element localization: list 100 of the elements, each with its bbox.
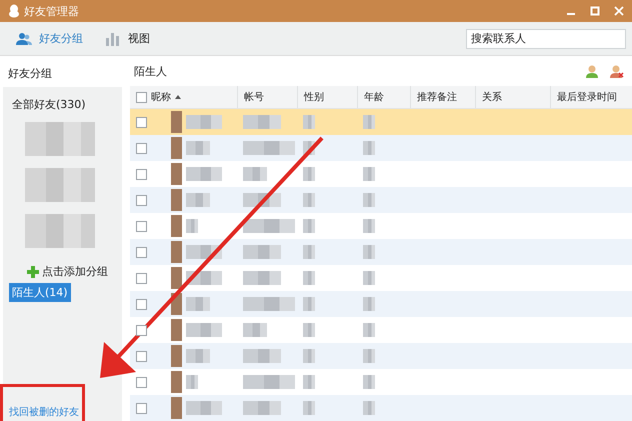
blurred-avatar [171,215,182,237]
row-checkbox[interactable] [136,246,147,258]
blurred-age [363,375,375,389]
blurred-gender [303,323,315,337]
blurred-gender [303,167,315,181]
row-checkbox[interactable] [136,116,147,128]
blurred-age [363,271,375,285]
blurred-gender [303,115,315,129]
table-row[interactable] [130,343,632,369]
blurred-age [363,297,375,311]
toolbar-tab[interactable]: 视图 [105,29,150,48]
blurred-nickname [186,141,210,155]
blurred-avatar [171,345,182,367]
table-row[interactable] [130,109,632,135]
blurred-avatar [171,371,182,393]
column-header[interactable]: 性别 [304,90,324,104]
toolbar-tab[interactable]: 好友分组 [16,29,83,48]
blurred-nickname [186,297,210,311]
table-row[interactable] [130,239,632,265]
window-title: 好友管理器 [24,4,79,18]
group-item[interactable]: 陌生人(14) [9,283,71,302]
blurred-nickname [186,323,222,337]
blurred-gender [303,219,315,233]
row-checkbox[interactable] [136,142,147,154]
blurred-nickname [186,167,222,181]
blurred-age [363,167,375,181]
group-item[interactable]: 全部好友(330) [9,95,89,114]
column-header[interactable]: 最后登录时间 [557,90,617,104]
row-checkbox[interactable] [136,402,147,414]
row-checkbox[interactable] [136,220,147,232]
column-header[interactable]: 关系 [482,90,502,104]
blurred-age [363,141,375,155]
blurred-nickname [186,401,222,415]
blurred-avatar [171,241,182,263]
blurred-gender [303,193,315,207]
blurred-avatar [171,137,182,159]
close-icon[interactable] [614,6,624,16]
sort-up-icon [175,95,181,99]
blurred-age [363,115,375,129]
blurred-account [243,219,295,233]
blurred-age [363,349,375,363]
penguin-icon [8,4,20,18]
blurred-gender [303,375,315,389]
blurred-account [243,349,281,363]
row-checkbox[interactable] [136,272,147,284]
row-checkbox[interactable] [136,324,147,336]
table-row[interactable] [130,135,632,161]
blurred-avatar [171,111,182,133]
sidebar-title: 好友分组 [7,66,53,82]
blurred-age [363,245,375,259]
blurred-gender [303,297,315,311]
maximize-icon[interactable] [590,6,600,16]
blurred-age [363,323,375,337]
blurred-account [243,401,281,415]
blurred-account [243,297,295,311]
table-row[interactable] [130,291,632,317]
search-field[interactable]: 搜索联系人 [466,28,626,48]
blurred-avatar [171,267,182,289]
column-header[interactable]: 推荐备注 [417,90,457,104]
add-group-link[interactable]: 点击添加分组 [42,264,108,279]
blurred-age [363,401,375,415]
blurred-account [243,115,281,129]
blurred-account [243,245,281,259]
blurred-account [243,323,267,337]
blurred-age [363,219,375,233]
blurred-account [243,375,295,389]
blurred-gender [303,245,315,259]
blurred-avatar [171,397,182,419]
bar-chart-icon [105,32,121,46]
blurred-avatar [171,319,182,341]
row-checkbox[interactable] [136,376,147,388]
column-header[interactable]: 帐号 [244,90,264,104]
table-row[interactable] [130,395,632,421]
blurred-gender [303,401,315,415]
row-checkbox[interactable] [136,350,147,362]
column-header[interactable]: 昵称 [151,90,171,104]
column-header[interactable]: 年龄 [364,90,384,104]
blurred-age [363,193,375,207]
row-checkbox[interactable] [136,168,147,180]
people-icon [16,32,32,46]
row-checkbox[interactable] [136,194,147,206]
blurred-gender [303,349,315,363]
blurred-gender [303,271,315,285]
blurred-account [243,167,267,181]
blurred-nickname [186,375,198,389]
blurred-nickname [186,219,198,233]
blurred-avatar [171,163,182,185]
blurred-account [243,141,295,155]
remove-user-icon[interactable] [610,64,624,78]
blurred-account [243,271,281,285]
table-row[interactable] [130,187,632,213]
row-checkbox[interactable] [136,298,147,310]
blurred-nickname [186,349,210,363]
plus-icon [27,266,39,278]
blurred-nickname [186,115,222,129]
group-title: 陌生人 [134,64,167,78]
header-checkbox[interactable] [136,92,147,102]
add-user-icon[interactable] [586,64,600,78]
blurred-avatar [171,189,182,211]
blurred-nickname [186,193,210,207]
